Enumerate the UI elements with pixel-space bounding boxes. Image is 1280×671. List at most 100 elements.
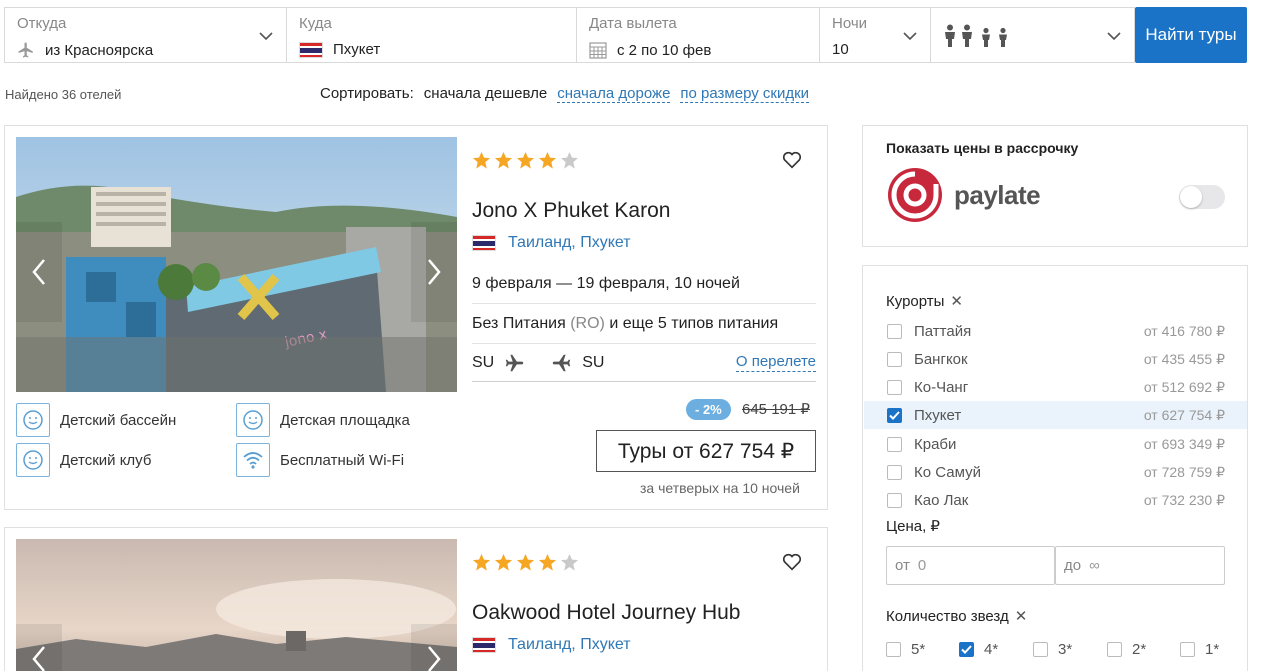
smiley-icon (16, 443, 50, 477)
stars-title-text: Количество звезд (886, 607, 1009, 625)
to-label: Куда (299, 15, 332, 32)
star-option[interactable]: 2* (1107, 641, 1146, 658)
star-option-label: 2* (1132, 641, 1147, 658)
amenity-label: Детский клуб (60, 451, 152, 469)
star-checkbox[interactable] (886, 642, 901, 657)
amenity-item: Детский клуб (16, 443, 151, 477)
resort-name: Паттайя (914, 322, 972, 340)
price-to-input[interactable]: до ∞ (1055, 546, 1225, 585)
resort-checkbox[interactable] (887, 323, 902, 339)
resort-name: Ко-Чанг (914, 378, 969, 396)
star-empty-icon (560, 151, 579, 169)
resort-option[interactable]: Ко Самуй от 728 759 ₽ (864, 458, 1247, 486)
star-option-label: 4* (984, 641, 999, 658)
calendar-icon (589, 42, 607, 59)
sort-option-cheapest[interactable]: сначала дешевле (424, 85, 547, 103)
amenity-label: Детский бассейн (60, 411, 177, 429)
paylate-logo-icon (888, 168, 942, 222)
price-note: за четверых на 10 ночей (640, 480, 800, 496)
hotel-rating (472, 553, 579, 572)
hotel-name[interactable]: Oakwood Hotel Journey Hub (472, 601, 740, 625)
resort-name: Пхукет (914, 406, 962, 424)
photo-prev-button[interactable] (16, 624, 62, 671)
hotel-photo-image (16, 539, 457, 671)
star-option-label: 5* (911, 641, 926, 658)
star-option[interactable]: 3* (1033, 641, 1072, 658)
resort-checkbox-checked[interactable] (887, 407, 902, 423)
star-option[interactable]: 1* (1180, 641, 1219, 658)
installment-title: Показать цены в рассрочку (886, 140, 1079, 156)
resort-name: Ко Самуй (914, 463, 981, 481)
star-filled-icon (472, 151, 491, 169)
resort-option[interactable]: Ко-Чанг от 512 692 ₽ (864, 373, 1247, 401)
hotel-location[interactable]: Таиланд, Пхукет (472, 234, 631, 252)
installment-toggle[interactable] (1179, 185, 1225, 209)
from-value: из Красноярска (45, 41, 154, 59)
amenity-item: Детский бассейн (16, 403, 176, 437)
find-tours-button[interactable]: Найти туры (1135, 7, 1247, 63)
chevron-right-icon (428, 259, 441, 285)
star-option[interactable]: 5* (886, 641, 925, 658)
star-filled-icon (538, 553, 557, 571)
resorts-title-text: Курорты (886, 292, 945, 310)
resort-checkbox[interactable] (887, 436, 902, 452)
chevron-left-icon (32, 259, 45, 285)
star-filled-icon (494, 553, 513, 571)
family-icon (945, 24, 1007, 47)
resort-checkbox[interactable] (887, 464, 902, 480)
resort-checkbox[interactable] (887, 492, 902, 508)
from-field[interactable]: Откуда из Красноярска (4, 7, 286, 63)
hotel-name[interactable]: Jono X Phuket Karon (472, 199, 670, 223)
photo-next-button[interactable] (411, 222, 457, 322)
travelers-field[interactable] (930, 7, 1135, 63)
to-value: Пхукет (333, 41, 381, 58)
hotel-photo[interactable]: jono x (16, 137, 457, 392)
photo-next-button[interactable] (411, 624, 457, 671)
hotel-photo[interactable] (16, 539, 457, 671)
flight-details-link[interactable]: О перелете (735, 353, 816, 372)
to-field[interactable]: Куда Пхукет (286, 7, 576, 63)
chevron-down-icon (903, 32, 917, 41)
sort-option-expensive[interactable]: сначала дороже (557, 85, 671, 103)
from-label: Откуда (17, 15, 67, 32)
meal-more: и еще 5 типов питания (609, 315, 779, 332)
hotel-location-text: Таиланд, Пхукет (508, 636, 631, 653)
star-checkbox-checked[interactable] (959, 642, 974, 657)
clear-stars-icon[interactable]: ✕ (1015, 607, 1028, 625)
star-checkbox[interactable] (1033, 642, 1048, 657)
nights-field[interactable]: Ночи 10 (819, 7, 930, 63)
clear-resorts-icon[interactable]: ✕ (950, 292, 963, 310)
resort-name: Као Лак (914, 491, 969, 509)
resort-option[interactable]: Краби от 693 349 ₽ (864, 430, 1247, 458)
sort-option-discount[interactable]: по размеру скидки (680, 85, 810, 103)
date-field[interactable]: Дата вылета с 2 по 10 фев (576, 7, 819, 63)
meal-code: (RO) (570, 315, 605, 332)
meal-type: Без Питания (472, 315, 566, 332)
resort-checkbox[interactable] (887, 351, 902, 367)
resort-checkbox[interactable] (887, 379, 902, 395)
old-price: 645 191 ₽ (742, 401, 810, 418)
resort-option[interactable]: Пхукет от 627 754 ₽ (864, 401, 1247, 429)
star-filled-icon (472, 553, 491, 571)
price-to-label: до (1064, 557, 1082, 574)
star-filled-icon (516, 151, 535, 169)
date-value: с 2 по 10 фев (617, 41, 712, 59)
price-from-input[interactable]: от 0 (886, 546, 1055, 585)
flight-airline-out: SU (472, 353, 495, 371)
airplane-icon (18, 42, 33, 58)
heart-icon[interactable] (781, 551, 803, 573)
price-title-text: Цена, ₽ (886, 518, 940, 535)
filters-panel: Курорты ✕ Паттайя от 416 780 ₽ Бангкок о… (862, 265, 1248, 671)
star-checkbox[interactable] (1180, 642, 1195, 657)
tours-price-button[interactable]: Туры от 627 754 ₽ (596, 430, 816, 472)
hotel-location[interactable]: Таиланд, Пхукет (472, 636, 631, 654)
photo-prev-button[interactable] (16, 222, 62, 322)
thailand-flag-icon (472, 235, 496, 251)
resort-option[interactable]: Као Лак от 732 230 ₽ (864, 486, 1247, 514)
resort-option[interactable]: Бангкок от 435 455 ₽ (864, 345, 1247, 373)
heart-icon[interactable] (781, 149, 803, 171)
star-option[interactable]: 4* (959, 641, 998, 658)
resort-option[interactable]: Паттайя от 416 780 ₽ (864, 317, 1247, 345)
star-checkbox[interactable] (1107, 642, 1122, 657)
resort-name: Краби (914, 435, 957, 453)
